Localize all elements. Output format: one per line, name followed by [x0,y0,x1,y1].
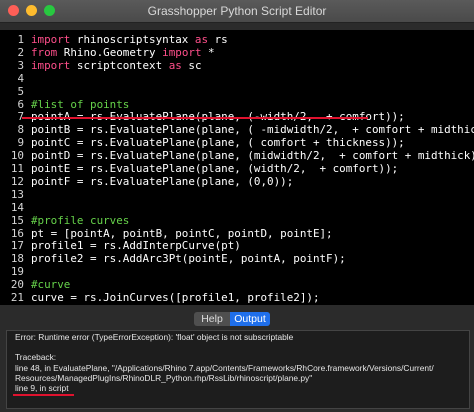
code-text: #curve [31,278,71,292]
output-line: Resources/ManagedPlugIns/RhinoDLR_Python… [15,373,313,383]
line-number: 14 [10,200,24,214]
window-title: Grasshopper Python Script Editor [147,4,327,18]
line-number: 17 [10,239,24,253]
line-number: 12 [10,174,24,188]
code-text: pointD = rs.EvaluatePlane(plane, (midwid… [31,149,474,163]
output-line: line 9, in script [15,383,69,393]
line-number: 8 [17,123,24,137]
line-number: 13 [10,187,24,201]
line-number: 6 [17,97,24,111]
output-line: line 48, in EvaluatePlane, "/Application… [15,363,434,373]
code-text: pointF = rs.EvaluatePlane(plane, (0,0)); [31,174,294,188]
code-text: import rhinoscriptsyntax as rs [31,33,228,46]
title-bar[interactable]: Grasshopper Python Script Editor [0,0,474,23]
line-number: 7 [17,110,24,124]
script-editor-window: Grasshopper Python Script Editor 1 import… [0,0,474,412]
code-text: #profile curves [31,213,130,227]
line-number: 11 [10,162,24,175]
error-line-underline [22,117,368,119]
code-text: profile1 = rs.AddInterpCurve(pt) [31,239,241,253]
code-text: pt = [pointA, pointB, pointC, pointD, po… [31,226,333,240]
line-number: 19 [10,265,24,279]
line-number: 1 [17,33,24,46]
output-line: Error: Runtime error (TypeErrorException… [15,332,294,342]
tab-output[interactable]: Output [230,312,270,326]
code-text: pointE = rs.EvaluatePlane(plane, (width/… [31,162,399,175]
line-number: 3 [17,58,24,72]
line-number: 10 [10,149,24,163]
line-number: 4 [17,71,24,85]
code-text: #list of points [31,97,130,111]
panel-tabs-area: Help Output [0,305,474,331]
line-number: 20 [10,278,24,292]
line-number: 5 [17,84,24,98]
code-text: curve = rs.JoinCurves([profile1, profile… [31,291,320,304]
traceback-line-underline [13,394,74,396]
line-number: 15 [10,213,24,227]
line-number: 16 [10,226,24,240]
code-editor[interactable]: 1 import rhinoscriptsyntax as rs 2 from Rhi… [0,30,474,305]
line-number: 18 [10,252,24,266]
code-text: pointC = rs.EvaluatePlane(plane, ( comfo… [31,136,405,150]
code-text: from Rhino.Geometry import * [31,45,215,59]
output-panel[interactable]: Error: Runtime error (TypeErrorException… [6,330,470,409]
tab-help[interactable]: Help [194,312,230,326]
code-text: profile2 = rs.AddArc3Pt(pointE, pointA, … [31,252,346,266]
panel-tab-group: Help Output [194,312,270,326]
line-number: 2 [17,45,24,59]
line-number: 9 [17,136,24,150]
code-text: import scriptcontext as sc [31,58,202,72]
code-text: pointB = rs.EvaluatePlane(plane, ( -midw… [31,123,474,137]
line-number: 21 [10,291,24,304]
output-line: Traceback: [15,352,57,362]
